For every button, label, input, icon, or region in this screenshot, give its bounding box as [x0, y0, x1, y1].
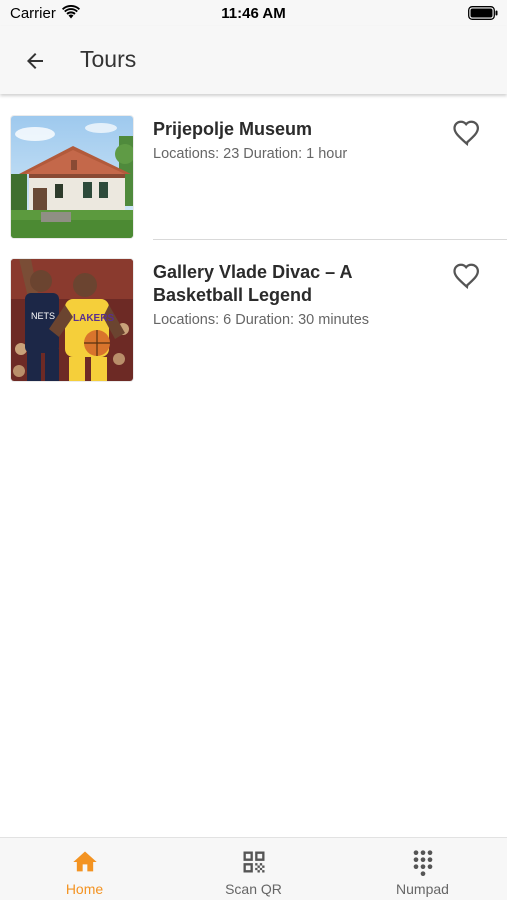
- numpad-icon: [413, 850, 432, 876]
- back-button[interactable]: [18, 44, 52, 78]
- svg-text:NETS: NETS: [31, 311, 55, 321]
- favorite-button[interactable]: [452, 261, 482, 290]
- tour-title[interactable]: Gallery Vlade Divac – A Basketball Legen…: [153, 261, 433, 307]
- app-bar: Tours: [0, 26, 507, 94]
- home-icon: [72, 851, 97, 872]
- tour-thumbnail: [11, 116, 133, 238]
- status-bar: Carrier 11:46 AM: [0, 0, 507, 26]
- tour-title[interactable]: Prijepolje Museum: [153, 118, 433, 141]
- tour-thumbnail: NETS LAKERS: [11, 259, 133, 381]
- bottom-tab-bar: Home Scan QR Numpad: [0, 837, 507, 900]
- tab-label: Numpad: [396, 881, 449, 897]
- list-item[interactable]: NETS LAKERS Gallery Vlade Divac – A Bask…: [0, 239, 507, 382]
- clock: 11:46 AM: [221, 5, 286, 22]
- tab-numpad[interactable]: Numpad: [338, 838, 507, 900]
- qr-code-icon: [243, 851, 264, 873]
- tab-scan-qr[interactable]: Scan QR: [169, 838, 338, 900]
- heart-icon: [453, 120, 480, 147]
- svg-text:LAKERS: LAKERS: [73, 313, 114, 324]
- tour-details: Locations: 6 Duration: 30 minutes: [153, 312, 370, 328]
- tab-label: Scan QR: [225, 881, 282, 897]
- heart-icon: [453, 263, 480, 290]
- favorite-button[interactable]: [452, 118, 482, 147]
- tab-label: Home: [65, 881, 104, 897]
- battery-icon: [468, 6, 498, 20]
- tour-list: Prijepolje Museum Locations: 23 Duration…: [0, 96, 507, 382]
- basketball-photo: NETS LAKERS: [11, 259, 133, 381]
- tour-details: Locations: 23 Duration: 1 hour: [153, 146, 348, 162]
- list-item[interactable]: Prijepolje Museum Locations: 23 Duration…: [0, 96, 507, 239]
- arrow-left-icon: [27, 53, 43, 69]
- house-photo: [11, 116, 133, 238]
- tab-home[interactable]: Home: [0, 838, 169, 900]
- page-title: Tours: [80, 46, 137, 72]
